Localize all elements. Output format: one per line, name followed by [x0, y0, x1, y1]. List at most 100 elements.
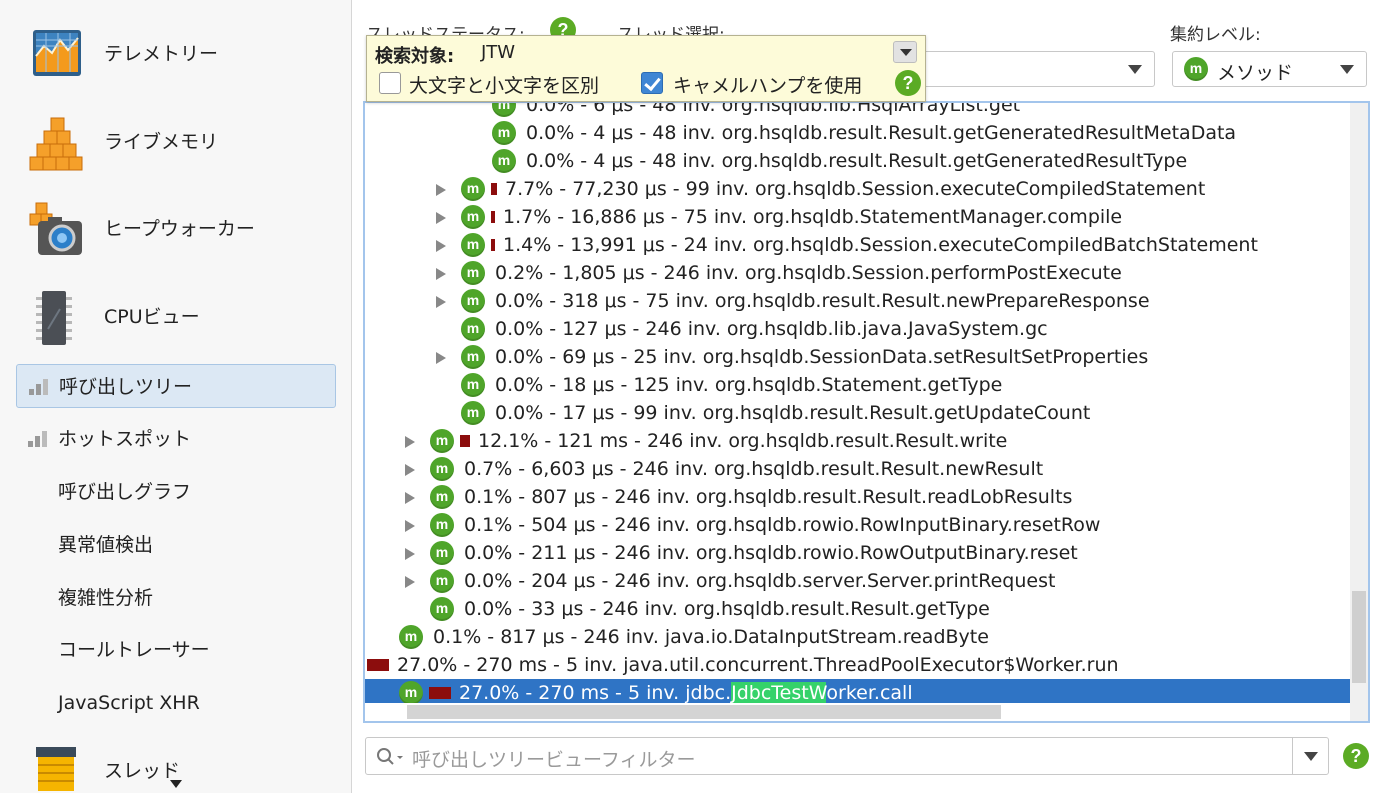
- search-query[interactable]: JTW: [481, 42, 515, 63]
- chevron-down-icon[interactable]: [1304, 752, 1318, 761]
- expand-triangle-icon[interactable]: [405, 576, 415, 588]
- sidebar-item-label: コールトレーサー: [58, 639, 210, 661]
- sidebar-item-label: ホットスポット: [58, 428, 192, 450]
- expand-triangle-icon[interactable]: [405, 548, 415, 560]
- sidebar-item-call-tracer[interactable]: コールトレーサー: [16, 628, 336, 672]
- expand-triangle-icon[interactable]: [405, 492, 415, 504]
- sidebar-item-javascript-xhr[interactable]: JavaScript XHR: [16, 681, 336, 725]
- aggregation-level-label: 集約レベル:: [1170, 25, 1261, 45]
- chevron-down-icon[interactable]: [170, 780, 182, 788]
- time-bar: [429, 687, 451, 699]
- method-icon: m: [461, 177, 485, 201]
- thread-select-combo[interactable]: [920, 51, 1155, 87]
- sidebar-item-label: スレッド: [104, 760, 181, 782]
- tree-row[interactable]: m 1.4% - 13,991 μs - 24 inv. org.hsqldb.S…: [365, 231, 1350, 259]
- tree-row[interactable]: m 0.0% - 211 μs - 246 inv. org.hsqldb.row…: [365, 539, 1350, 567]
- sidebar-item-hotspots[interactable]: ホットスポット: [16, 417, 336, 461]
- tree-row-label: 12.1% - 121 ms - 246 inv. org.hsqldb.res…: [478, 430, 1008, 452]
- sidebar-item-label: ライブメモリ: [104, 131, 219, 153]
- tree-row[interactable]: m 0.0% - 33 μs - 246 inv. org.hsqldb.resu…: [365, 595, 1350, 623]
- expand-triangle-icon[interactable]: [436, 212, 446, 224]
- call-tree-view[interactable]: m 27.0% - 270 ms - 5 inv. jdbc.JdbcTestWo…: [363, 101, 1370, 723]
- case-sensitive-checkbox[interactable]: [379, 72, 401, 94]
- tree-row[interactable]: m 0.0% - 127 μs - 246 inv. org.hsqldb.lib…: [365, 315, 1350, 343]
- tree-row[interactable]: m 12.1% - 121 ms - 246 inv. org.hsqldb.re…: [365, 427, 1350, 455]
- method-icon: m: [461, 401, 485, 425]
- time-bar: [460, 435, 470, 447]
- method-icon: m: [430, 597, 454, 621]
- tree-row[interactable]: m 0.0% - 69 μs - 25 inv. org.hsqldb.Sessi…: [365, 343, 1350, 371]
- tree-row[interactable]: m 0.1% - 817 μs - 246 inv. java.io.DataIn…: [365, 623, 1350, 651]
- method-icon: m: [461, 345, 485, 369]
- tree-row[interactable]: m 0.0% - 4 μs - 48 inv. org.hsqldb.result…: [365, 147, 1350, 175]
- tree-row-label: 1.4% - 13,991 μs - 24 inv. org.hsqldb.Se…: [503, 234, 1258, 256]
- method-icon: m: [430, 569, 454, 593]
- search-history-dropdown[interactable]: [893, 41, 917, 63]
- tree-row[interactable]: m 1.7% - 16,886 μs - 75 inv. org.hsqldb.S…: [365, 203, 1350, 231]
- search-key-label: 検索対象:: [375, 46, 455, 67]
- sidebar-item-cpu[interactable]: CPUビュー: [0, 277, 350, 357]
- tree-row-label: 0.0% - 204 μs - 246 inv. org.hsqldb.serv…: [464, 570, 1056, 592]
- sidebar-item-call-graph[interactable]: 呼び出しグラフ: [16, 470, 336, 514]
- sidebar-item-heap-walker[interactable]: ヒープウォーカー: [0, 189, 350, 269]
- method-icon: m: [461, 233, 485, 257]
- help-icon[interactable]: ?: [895, 70, 921, 96]
- sidebar-item-live-memory[interactable]: ライブメモリ: [0, 102, 350, 182]
- camel-hump-checkbox[interactable]: [641, 72, 663, 94]
- tree-row-label: 1.7% - 16,886 μs - 75 inv. org.hsqldb.St…: [503, 206, 1123, 228]
- tree-row-label: 0.0% - 6 μs - 48 inv. org.hsqldb.lib.Hsq…: [526, 101, 1021, 116]
- scrollbar-thumb[interactable]: [1352, 591, 1366, 683]
- help-icon[interactable]: ?: [1343, 743, 1369, 769]
- sidebar-item-label: 呼び出しグラフ: [58, 481, 192, 503]
- camel-hump-label: キャメルハンプを使用: [673, 75, 863, 97]
- expand-triangle-icon[interactable]: [405, 520, 415, 532]
- tree-row[interactable]: m 0.0% - 318 μs - 75 inv. org.hsqldb.resu…: [365, 287, 1350, 315]
- method-icon: m: [461, 289, 485, 313]
- method-icon: m: [461, 317, 485, 341]
- method-icon: m: [430, 541, 454, 565]
- sidebar-item-complexity-analysis[interactable]: 複雑性分析: [16, 576, 336, 620]
- method-icon: m: [461, 261, 485, 285]
- call-tree-filter[interactable]: 呼び出しツリービューフィルター: [365, 737, 1329, 775]
- tree-row-label: 7.7% - 77,230 μs - 99 inv. org.hsqldb.Se…: [505, 178, 1206, 200]
- time-bar: [491, 239, 495, 251]
- sidebar-item-outlier-detection[interactable]: 異常値検出: [16, 523, 336, 567]
- tree-row[interactable]: m 0.7% - 6,603 μs - 246 inv. org.hsqldb.r…: [365, 455, 1350, 483]
- method-icon: m: [430, 513, 454, 537]
- sidebar-item-call-tree[interactable]: 呼び出しツリー: [16, 364, 336, 408]
- bar-chart-icon: [29, 379, 48, 395]
- method-icon: m: [492, 121, 516, 145]
- tree-row-label: 0.0% - 211 μs - 246 inv. org.hsqldb.rowi…: [464, 542, 1078, 564]
- cpu-icon: [36, 291, 72, 345]
- expand-triangle-icon[interactable]: [436, 268, 446, 280]
- tree-row[interactable]: m 0.0% - 17 μs - 99 inv. org.hsqldb.resul…: [365, 399, 1350, 427]
- expand-triangle-icon[interactable]: [405, 464, 415, 476]
- tree-row[interactable]: m 0.0% - 18 μs - 125 inv. org.hsqldb.Stat…: [365, 371, 1350, 399]
- tree-row-label: 0.0% - 17 μs - 99 inv. org.hsqldb.result…: [495, 402, 1091, 424]
- tree-row-label: 0.0% - 69 μs - 25 inv. org.hsqldb.Sessio…: [495, 346, 1149, 368]
- aggregation-level-combo[interactable]: m メソッド: [1172, 51, 1367, 87]
- expand-triangle-icon[interactable]: [436, 352, 446, 364]
- divider: [1292, 738, 1293, 774]
- expand-triangle-icon[interactable]: [436, 184, 446, 196]
- tree-row[interactable]: m 0.1% - 807 μs - 246 inv. org.hsqldb.res…: [365, 483, 1350, 511]
- expand-triangle-icon[interactable]: [436, 296, 446, 308]
- vertical-scrollbar[interactable]: [1350, 103, 1368, 721]
- tree-row[interactable]: 27.0% - 270 ms - 5 inv. java.util.concur…: [365, 651, 1350, 679]
- expand-triangle-icon[interactable]: [436, 240, 446, 252]
- tree-row-label: 0.0% - 18 μs - 125 inv. org.hsqldb.State…: [495, 374, 1003, 396]
- scrollbar-thumb[interactable]: [407, 705, 1001, 719]
- method-icon: m: [461, 373, 485, 397]
- tree-row-label: 0.2% - 1,805 μs - 246 inv. org.hsqldb.Se…: [495, 262, 1122, 284]
- tree-row[interactable]: m 0.0% - 4 μs - 48 inv. org.hsqldb.result…: [365, 119, 1350, 147]
- tree-row[interactable]: m 0.2% - 1,805 μs - 246 inv. org.hsqldb.S…: [365, 259, 1350, 287]
- tree-row[interactable]: m 0.0% - 6 μs - 48 inv. org.hsqldb.lib.Hs…: [365, 101, 1350, 119]
- tree-row[interactable]: m 7.7% - 77,230 μs - 99 inv. org.hsqldb.S…: [365, 175, 1350, 203]
- horizontal-scrollbar[interactable]: [365, 703, 1350, 721]
- tree-row-label: 0.0% - 33 μs - 246 inv. org.hsqldb.resul…: [464, 598, 990, 620]
- expand-triangle-icon[interactable]: [405, 436, 415, 448]
- tree-row[interactable]: m 0.1% - 504 μs - 246 inv. org.hsqldb.row…: [365, 511, 1350, 539]
- sidebar-item-label: 呼び出しツリー: [59, 376, 193, 398]
- sidebar-item-telemetry[interactable]: テレメトリー: [0, 14, 350, 94]
- tree-row[interactable]: m 0.0% - 204 μs - 246 inv. org.hsqldb.ser…: [365, 567, 1350, 595]
